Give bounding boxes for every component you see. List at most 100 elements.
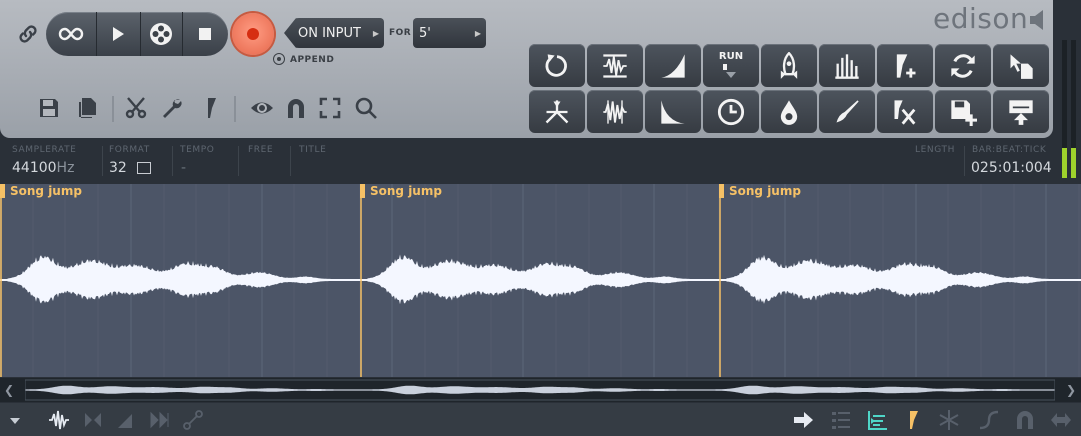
split-wave-button[interactable] [587, 90, 643, 133]
menu-dropdown-icon[interactable] [2, 407, 28, 433]
marker-flag-icon[interactable] [200, 96, 224, 120]
run-label: RUN [718, 50, 744, 62]
fade-in-icon [661, 53, 685, 78]
normalize-button[interactable] [587, 44, 643, 87]
refresh-button[interactable] [935, 44, 991, 87]
spectrum-button[interactable] [819, 44, 875, 87]
marker-flag-icon[interactable] [901, 407, 927, 433]
magnet-icon[interactable] [284, 96, 308, 120]
waveform-canvas[interactable] [0, 184, 1081, 377]
run-button[interactable]: RUN [703, 44, 759, 87]
info-separator [290, 146, 291, 176]
fit-selection-icon[interactable] [80, 407, 106, 433]
select-region-button[interactable] [993, 44, 1049, 87]
clock-icon [717, 98, 745, 125]
record-mode-select[interactable]: ON INPUT ▶ [284, 18, 384, 48]
reel-icon [150, 23, 172, 45]
level-meter-right [1071, 40, 1076, 178]
wrench-icon[interactable] [160, 96, 184, 120]
zoom-icon[interactable] [354, 96, 378, 120]
chevron-right-icon: ▶ [372, 28, 379, 38]
marker-song-jump[interactable]: Song jump [0, 184, 82, 198]
fit-view-icon[interactable] [318, 96, 342, 120]
marker-flag-icon [360, 184, 365, 198]
brush-button[interactable] [819, 90, 875, 133]
info-separator [964, 146, 965, 176]
marker-song-jump[interactable]: Song jump [719, 184, 801, 198]
waveform-view[interactable] [0, 184, 1081, 377]
samplerate-value[interactable]: 44100Hz [12, 160, 74, 176]
add-marker-button[interactable] [877, 44, 933, 87]
append-label: APPEND [290, 55, 335, 65]
fade-in-button[interactable] [645, 44, 701, 87]
marker-flag-icon [0, 184, 5, 198]
refresh-icon [951, 53, 975, 78]
arrow-right-icon[interactable] [790, 407, 816, 433]
play-icon [113, 27, 124, 41]
ramp-icon[interactable] [112, 407, 138, 433]
time-stretch-button[interactable] [703, 90, 759, 133]
fade-out-icon [661, 99, 685, 124]
marker-song-jump[interactable]: Song jump [360, 184, 442, 198]
format-settings-icon[interactable] [137, 162, 151, 174]
record-length-select[interactable]: 5' ▶ [413, 18, 486, 48]
record-icon [247, 28, 259, 40]
save-icon[interactable] [37, 96, 61, 120]
slice-icon [894, 99, 916, 125]
save-as-button[interactable] [935, 90, 991, 133]
scissors-icon[interactable] [124, 96, 148, 120]
scroll-right-icon[interactable]: ❯ [1066, 383, 1076, 397]
link-icon[interactable] [14, 20, 42, 48]
wave-edit-icon[interactable] [46, 407, 72, 433]
overview-waveform [25, 379, 1055, 401]
format-label: FORMAT [109, 145, 150, 155]
rotate-icon [545, 53, 567, 77]
fade-out-button[interactable] [645, 90, 701, 133]
copy-icon[interactable] [76, 96, 100, 120]
toolbar-panel: ON INPUT ▶ FOR 5' ▶ APPEND edison RUN [0, 0, 1053, 138]
play-button[interactable] [96, 12, 141, 56]
tempo-label: TEMPO [180, 145, 215, 155]
for-label: FOR [389, 28, 412, 38]
level-meter-left [1062, 40, 1067, 178]
run-indicator [723, 63, 727, 70]
edison-window: ON INPUT ▶ FOR 5' ▶ APPEND edison RUN SA… [0, 0, 1081, 436]
reverse-button[interactable] [529, 44, 585, 87]
append-radio[interactable] [273, 53, 285, 65]
snap-fit-icon[interactable] [146, 407, 172, 433]
record-mode-label: ON INPUT [298, 25, 361, 41]
magnet-icon[interactable] [1012, 407, 1038, 433]
bars-icon [835, 53, 859, 79]
length-label: LENGTH [915, 145, 955, 155]
stop-button[interactable] [182, 12, 228, 56]
record-length-value: 5' [419, 25, 431, 41]
wave-split-icon [603, 99, 627, 124]
samplerate-label: SAMPLERATE [12, 145, 77, 155]
record-button[interactable] [232, 13, 274, 55]
eye-icon[interactable] [250, 96, 274, 120]
title-label: TITLE [299, 145, 327, 155]
snowflake-icon[interactable] [936, 407, 962, 433]
stretch-icon[interactable] [1048, 407, 1074, 433]
denoise-button[interactable] [761, 90, 817, 133]
speaker-icon[interactable] [1028, 8, 1048, 32]
tempo-value[interactable]: - [181, 160, 186, 176]
loop-button[interactable] [46, 12, 97, 56]
slice-markers-button[interactable] [877, 90, 933, 133]
bar-beat-tick-value: 025:01:004 [971, 160, 1052, 176]
regions-icon[interactable] [864, 407, 890, 433]
toolbar-separator [112, 96, 114, 122]
curve-icon[interactable] [976, 407, 1002, 433]
list-icon[interactable] [828, 407, 854, 433]
envelope-points-icon[interactable] [180, 407, 206, 433]
scroll-left-icon[interactable]: ❮ [4, 383, 14, 397]
overview-scrollbar[interactable]: ❮ ❯ [0, 378, 1081, 402]
reel-button[interactable] [140, 12, 183, 56]
trim-button[interactable] [529, 90, 585, 133]
format-value[interactable]: 32 [109, 160, 127, 176]
info-separator [238, 146, 239, 176]
rocket-button[interactable] [761, 44, 817, 87]
waveform-shape [0, 254, 1081, 305]
toolbar-separator [234, 96, 236, 122]
export-button[interactable] [993, 90, 1049, 133]
